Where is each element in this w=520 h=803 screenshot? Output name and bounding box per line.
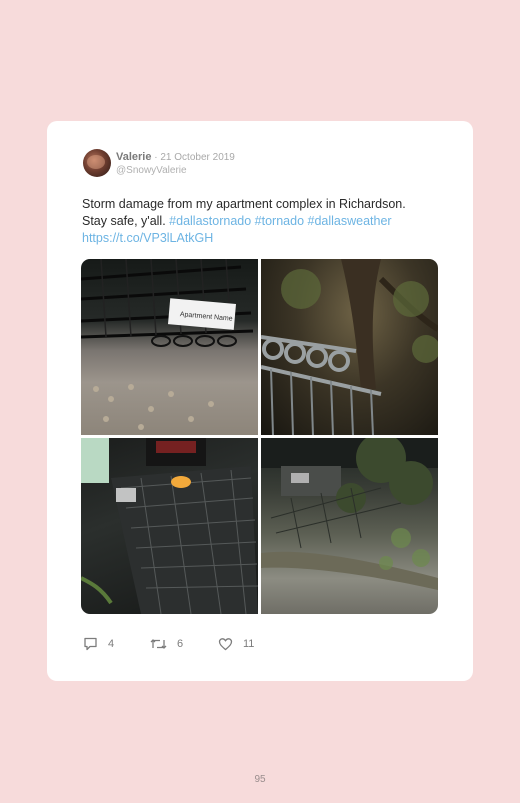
page-number: 95 (254, 774, 266, 785)
author-line: Valerie · 21 October 2019 (116, 151, 235, 164)
reply-count: 4 (108, 638, 115, 650)
retweet-stat[interactable]: 6 (150, 637, 183, 651)
tweet-card: Valerie · 21 October 2019 @SnowyValerie … (47, 121, 473, 681)
like-icon[interactable] (218, 637, 233, 651)
photo-twisted-metal-drawing (81, 438, 258, 614)
hashtag-link[interactable]: #tornado (255, 214, 304, 228)
tweet-text-line2: Stay safe, y'all. (82, 214, 166, 228)
author-name[interactable]: Valerie (116, 151, 151, 163)
photo-fallen-fence-drawing: Apartment Name (81, 259, 254, 430)
photo-twisted-metal[interactable] (81, 438, 258, 614)
avatar[interactable] (83, 149, 111, 177)
author-handle[interactable]: @SnowyValerie (116, 165, 187, 176)
hashtag-link[interactable]: #dallastornado (169, 214, 251, 228)
tweet-text: Storm damage from my apartment complex i… (82, 196, 442, 247)
tweet-date[interactable]: 21 October 2019 (160, 152, 235, 163)
reply-icon[interactable] (83, 637, 98, 651)
hashtag-link[interactable]: #dallasweather (308, 214, 392, 228)
like-count: 11 (243, 638, 255, 650)
tweet-text-line1: Storm damage from my apartment complex i… (82, 197, 406, 211)
photo-fallen-fence[interactable]: Apartment Name (81, 259, 258, 435)
tweet-url-link[interactable]: https://t.co/VP3lLAtkGH (82, 231, 213, 245)
like-stat[interactable]: 11 (218, 637, 254, 651)
photo-railing-tree-drawing (261, 259, 438, 435)
retweet-icon[interactable] (150, 637, 167, 651)
photo-tree-down[interactable] (261, 438, 438, 614)
photo-railing-tree[interactable] (261, 259, 438, 435)
retweet-count: 6 (177, 638, 184, 650)
media-grid: Apartment Name (81, 259, 438, 614)
photo-tree-down-drawing (261, 438, 438, 590)
reply-stat[interactable]: 4 (83, 637, 114, 651)
